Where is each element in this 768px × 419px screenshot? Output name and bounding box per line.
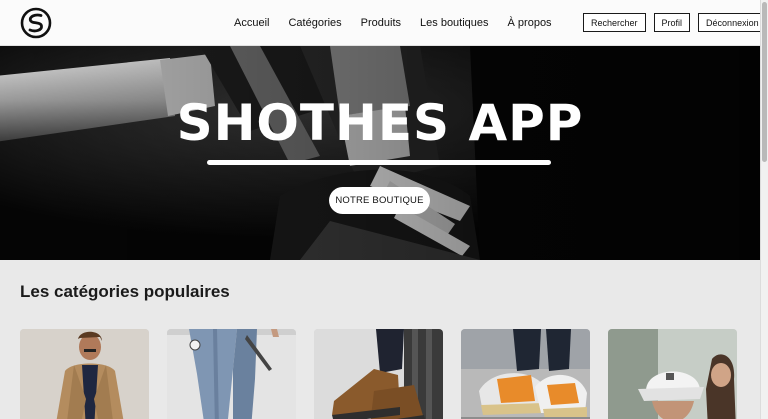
man-in-coat-photo	[20, 329, 149, 419]
sneakers-photo	[461, 329, 590, 419]
notre-boutique-button[interactable]: NOTRE BOUTIQUE	[329, 187, 430, 214]
cap-photo	[608, 329, 737, 419]
page-scrollbar[interactable]	[760, 0, 768, 419]
jeans-photo	[167, 329, 296, 419]
header-actions: Rechercher Profil Déconnexion	[583, 13, 767, 32]
nav-link-accueil[interactable]: Accueil	[234, 17, 269, 29]
category-card[interactable]	[167, 329, 296, 419]
section-title: Les catégories populaires	[20, 282, 230, 301]
nav-link-a-propos[interactable]: À propos	[508, 17, 552, 29]
profile-button[interactable]: Profil	[653, 13, 691, 32]
scrollbar-thumb[interactable]	[762, 2, 767, 162]
logout-button[interactable]: Déconnexion	[698, 13, 767, 32]
hero-banner: SHOTHES APP NOTRE BOUTIQUE	[0, 46, 760, 260]
category-card[interactable]	[461, 329, 590, 419]
hero-title-underline	[207, 160, 551, 165]
category-card[interactable]	[608, 329, 737, 419]
nav-link-boutiques[interactable]: Les boutiques	[420, 17, 489, 29]
boots-photo	[314, 329, 443, 419]
category-card[interactable]	[20, 329, 149, 419]
nav-link-categories[interactable]: Catégories	[288, 17, 341, 29]
nav-link-produits[interactable]: Produits	[361, 17, 401, 29]
search-button[interactable]: Rechercher	[583, 13, 646, 32]
category-cards	[20, 329, 755, 419]
hero-background-image	[0, 46, 760, 260]
top-navigation-bar: Accueil Catégories Produits Les boutique…	[0, 0, 767, 46]
category-card[interactable]	[314, 329, 443, 419]
main-nav: Accueil Catégories Produits Les boutique…	[234, 0, 571, 46]
hero-title: SHOTHES APP	[176, 94, 584, 152]
shothes-logo-icon[interactable]	[20, 7, 52, 39]
